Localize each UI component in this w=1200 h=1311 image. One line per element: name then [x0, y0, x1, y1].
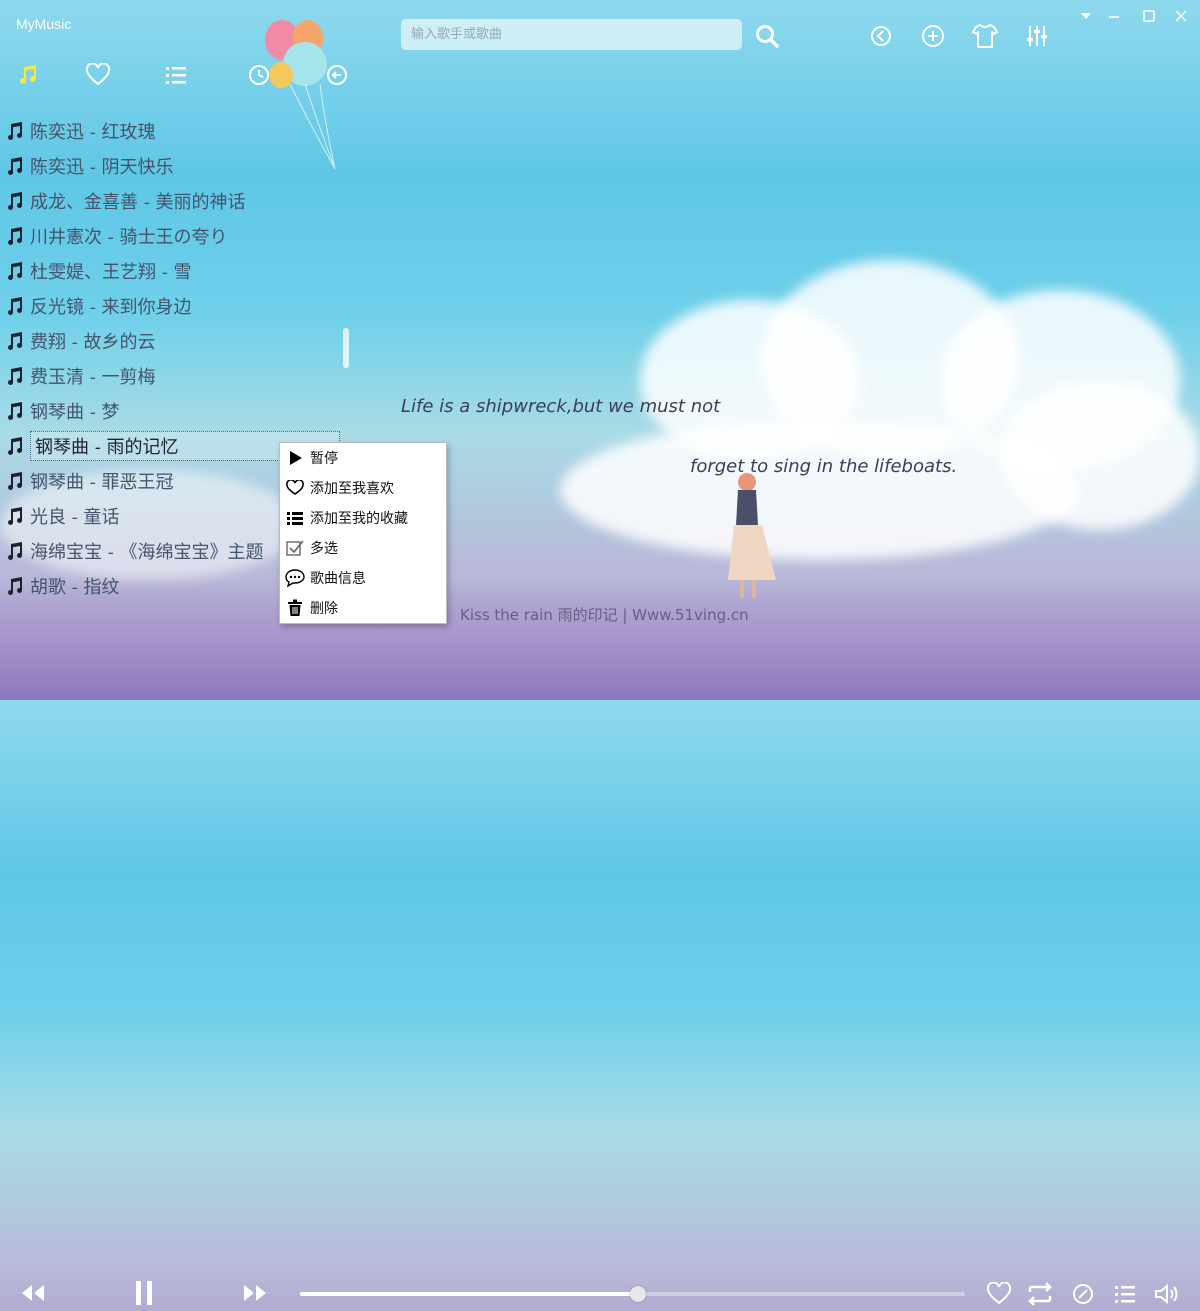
song-item[interactable]: 费翔 - 故乡的云 — [0, 323, 345, 358]
menu-item-label: 删除 — [310, 601, 338, 617]
song-title: 陈奕迅 - 阴天快乐 — [30, 156, 174, 178]
song-item[interactable]: 反光镜 - 来到你身边 — [0, 288, 345, 323]
player-bar — [0, 630, 1200, 1306]
checkbox-icon — [280, 539, 310, 557]
app-title: MyMusic — [16, 16, 72, 32]
maximize-icon[interactable] — [1139, 8, 1159, 24]
song-title: 反光镜 - 来到你身边 — [30, 296, 192, 318]
delete-menu-item[interactable]: 删除 — [280, 593, 446, 623]
heart-icon[interactable] — [83, 60, 113, 90]
lyrics-icon[interactable] — [1066, 1277, 1100, 1311]
song-item[interactable]: 川井憲次 - 骑士王の夸り — [0, 218, 345, 253]
music-note-icon — [0, 331, 30, 351]
list-icon — [280, 511, 310, 525]
music-note-icon — [0, 156, 30, 176]
pause-menu-item[interactable]: 暂停 — [280, 443, 446, 473]
song-title: 钢琴曲 - 罪恶王冠 — [30, 471, 174, 493]
menu-item-label: 多选 — [310, 541, 338, 557]
music-note-icon — [0, 226, 30, 246]
search-icon[interactable] — [753, 22, 781, 50]
add-collection-menu-item[interactable]: 添加至我的收藏 — [280, 503, 446, 533]
scrollbar[interactable] — [343, 328, 349, 368]
music-note-icon — [0, 191, 30, 211]
music-note-icon — [0, 261, 30, 281]
equalizer-icon[interactable] — [1023, 22, 1051, 50]
song-title: 陈奕迅 - 红玫瑰 — [30, 121, 156, 143]
song-title: 杜雯媞、王艺翔 - 雪 — [30, 261, 192, 283]
menu-item-label: 添加至我的收藏 — [310, 511, 408, 527]
song-title: 成龙、金喜善 - 美丽的神话 — [30, 191, 246, 213]
menu-item-label: 暂停 — [310, 451, 338, 467]
song-item[interactable]: 陈奕迅 - 阴天快乐 — [0, 148, 345, 183]
close-icon[interactable] — [1171, 8, 1191, 24]
play-icon — [280, 450, 310, 466]
add-favorite-menu-item[interactable]: 添加至我喜欢 — [280, 473, 446, 503]
info-bubble-icon — [280, 569, 310, 587]
music-note-icon — [0, 436, 30, 456]
progress-knob[interactable] — [629, 1286, 646, 1302]
song-title: 费玉清 - 一剪梅 — [30, 366, 156, 388]
progress-fill — [300, 1292, 638, 1296]
menu-item-label: 歌曲信息 — [310, 571, 366, 587]
song-item[interactable]: 费玉清 - 一剪梅 — [0, 358, 345, 393]
music-note-icon — [0, 366, 30, 386]
skin-icon[interactable] — [970, 21, 1000, 51]
music-note-icon — [0, 296, 30, 316]
music-note-icon — [0, 541, 30, 561]
music-note-icon[interactable] — [13, 60, 43, 90]
song-title: 川井憲次 - 骑士王の夸り — [30, 226, 228, 248]
music-note-icon — [0, 576, 30, 596]
song-title: 钢琴曲 - 梦 — [30, 401, 120, 423]
back-icon[interactable] — [868, 23, 894, 49]
song-title: 海绵宝宝 - 《海绵宝宝》主题 — [30, 541, 264, 563]
music-note-icon — [0, 506, 30, 526]
song-item[interactable]: 成龙、金喜善 - 美丽的神话 — [0, 183, 345, 218]
repeat-icon[interactable] — [1023, 1277, 1057, 1311]
rewind-icon[interactable] — [16, 1276, 50, 1310]
song-info-menu-item[interactable]: 歌曲信息 — [280, 563, 446, 593]
history-icon[interactable] — [244, 60, 274, 90]
music-note-icon — [0, 121, 30, 141]
quote-line-2: forget to sing in the lifeboats. — [690, 456, 958, 477]
song-item[interactable]: 杜雯媞、王艺翔 - 雪 — [0, 253, 345, 288]
dropdown-icon[interactable] — [1076, 8, 1096, 24]
fast-forward-icon[interactable] — [238, 1276, 272, 1310]
song-item[interactable]: 陈奕迅 - 红玫瑰 — [0, 113, 345, 148]
menu-item-label: 添加至我喜欢 — [310, 481, 394, 497]
song-title: 光良 - 童话 — [30, 506, 120, 528]
girl-figure — [728, 473, 776, 598]
add-icon[interactable] — [919, 22, 947, 50]
progress-bar[interactable] — [300, 1286, 965, 1302]
minimize-icon[interactable] — [1104, 8, 1124, 24]
pause-icon[interactable] — [127, 1276, 161, 1310]
heart-icon — [280, 480, 310, 496]
heart-icon[interactable] — [982, 1277, 1016, 1311]
music-note-icon — [0, 471, 30, 491]
song-item[interactable]: 钢琴曲 - 梦 — [0, 393, 345, 428]
list-icon[interactable] — [161, 60, 191, 90]
multi-select-menu-item[interactable]: 多选 — [280, 533, 446, 563]
music-note-icon — [0, 401, 30, 421]
context-menu: 暂停添加至我喜欢 添加至我的收藏 多选歌曲信息删除 — [279, 442, 447, 624]
search-input[interactable] — [401, 19, 742, 50]
quote-line-1: Life is a shipwreck,but we must not — [401, 396, 721, 417]
trash-icon — [280, 599, 310, 617]
song-title: 胡歌 - 指纹 — [30, 576, 120, 598]
playlist-icon[interactable] — [1108, 1277, 1142, 1311]
volume-icon[interactable] — [1149, 1277, 1183, 1311]
song-title: 费翔 - 故乡的云 — [30, 331, 156, 353]
back-arrow-icon[interactable] — [322, 60, 352, 90]
